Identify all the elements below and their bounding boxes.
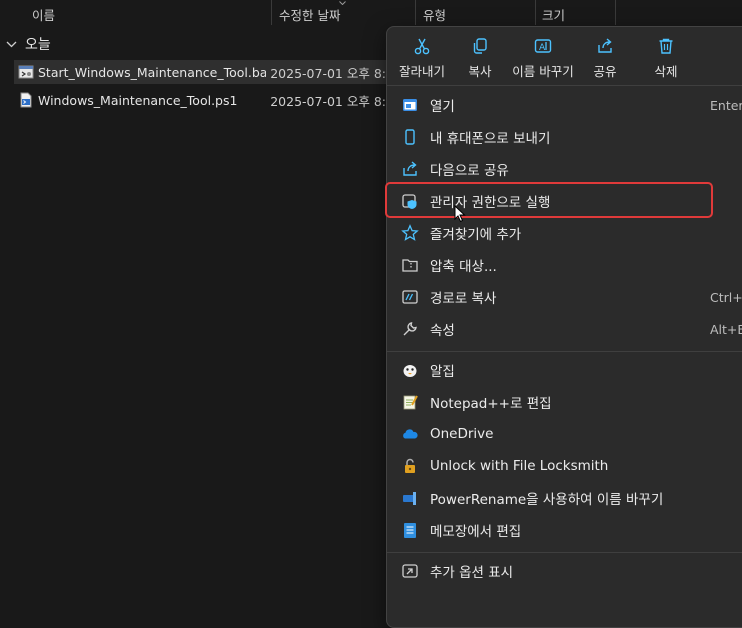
lock-icon [405,458,415,473]
menu-item-label: 즐겨찾기에 추가 [430,227,522,243]
phone-icon [405,129,415,145]
menu-item-label: 추가 옵션 표시 [430,565,514,581]
alzip-icon [403,365,417,377]
file-date: 2025-07-01 오후 8: [270,93,386,109]
menu-item-alzip[interactable]: 알집 [395,355,742,385]
menu-item-shortcut: Ctrl+S [710,289,742,305]
share-icon [598,38,612,53]
menu-item-label: 메모장에서 편집 [430,524,522,540]
menu-item-powerrename[interactable]: PowerRename을 사용하여 이름 바꾸기 [395,483,742,513]
menu-item-label: Notepad++로 편집 [430,396,552,412]
menu-item-open[interactable]: 열기 Enter [395,90,742,120]
copy-button[interactable]: 복사 [445,37,515,80]
compress-icon [402,259,418,272]
menu-item-label: 경로로 복사 [430,291,497,307]
copy-path-icon [402,290,418,304]
powershell-file-icon [20,92,32,108]
column-divider[interactable] [415,0,416,25]
batch-file-icon [18,65,34,79]
menu-item-share-with[interactable]: 다음으로 공유 [395,154,742,184]
column-divider[interactable] [271,0,272,25]
menu-item-label: OneDrive [430,426,494,442]
column-divider[interactable] [615,0,616,25]
share-label: 공유 [593,64,617,79]
menu-item-label: 다음으로 공유 [430,163,509,179]
menu-item-send-to-phone[interactable]: 내 휴대폰으로 보내기 [395,122,742,152]
powerrename-icon [403,492,416,505]
copy-label: 복사 [468,64,492,79]
menu-divider [387,552,742,553]
column-type[interactable]: 유형 [423,5,446,24]
copy-icon [473,38,487,54]
menu-item-properties[interactable]: 속성 Alt+En [395,314,742,344]
menu-item-show-more-options[interactable]: 추가 옵션 표시 [395,556,742,586]
menu-item-edit-in-notepad[interactable]: 메모장에서 편집 [395,515,742,545]
menu-item-label: 열기 [430,99,455,115]
chevron-down-icon [6,41,17,47]
sort-descending-icon [339,1,346,5]
column-divider[interactable] [535,0,536,25]
menu-item-copy-as-path[interactable]: 경로로 복사 Ctrl+S [395,282,742,312]
menu-item-onedrive[interactable]: OneDrive [395,419,742,449]
column-modified[interactable]: 수정한 날짜 [279,5,340,24]
menu-item-shortcut: Enter [710,97,742,113]
menu-item-label: 속성 [430,323,455,339]
mouse-cursor-icon [454,205,466,223]
onedrive-cloud-icon [403,429,418,439]
menu-item-file-locksmith[interactable]: Unlock with File Locksmith [395,451,742,481]
context-menu: 잘라내기 복사 A 이름 바꾸기 공유 삭제 열기 Enter 내 휴대폰으로 … [386,26,742,628]
star-icon [401,224,419,241]
group-label: 오늘 [25,37,51,53]
delete-button[interactable]: 삭제 [631,37,701,80]
share-button[interactable]: 공유 [570,37,640,80]
menu-divider [387,85,742,86]
share-with-icon [403,161,417,176]
menu-item-shortcut: Alt+En [710,321,742,337]
rename-icon: A [534,39,552,53]
rename-label: 이름 바꾸기 [512,64,574,79]
menu-item-label: 내 휴대폰으로 보내기 [430,131,551,147]
file-name: Start_Windows_Maintenance_Tool.bat [38,64,267,80]
notepadpp-icon [403,395,418,410]
menu-item-label: 압축 대상... [430,259,497,275]
column-name[interactable]: 이름 [32,5,55,24]
menu-item-label: PowerRename을 사용하여 이름 바꾸기 [430,492,664,508]
menu-divider [387,351,742,352]
menu-item-label: Unlock with File Locksmith [430,458,609,474]
file-row[interactable]: Start_Windows_Maintenance_Tool.bat 2025-… [14,60,386,84]
delete-icon [659,38,673,54]
menu-item-notepadpp[interactable]: Notepad++로 편집 [395,387,742,417]
cut-icon [414,38,430,55]
rename-button[interactable]: A 이름 바꾸기 [508,37,578,80]
menu-item-label: 알집 [430,364,455,380]
file-name: Windows_Maintenance_Tool.ps1 [38,92,238,108]
delete-label: 삭제 [654,64,678,79]
group-header-today[interactable]: 오늘 [6,35,51,53]
notepad-icon [404,523,416,538]
highlight-box [385,182,713,218]
file-date: 2025-07-01 오후 8: [270,65,386,81]
properties-wrench-icon [403,322,417,336]
svg-text:A: A [539,43,546,53]
menu-item-compress-to[interactable]: 압축 대상... [395,250,742,280]
column-header: 이름 수정한 날짜 유형 크기 [0,0,742,25]
file-row[interactable]: Windows_Maintenance_Tool.ps1 2025-07-01 … [14,88,386,112]
open-icon [403,99,417,111]
column-size[interactable]: 크기 [542,5,565,24]
more-options-icon [402,564,418,578]
menu-item-add-to-favorites[interactable]: 즐겨찾기에 추가 [395,218,742,248]
